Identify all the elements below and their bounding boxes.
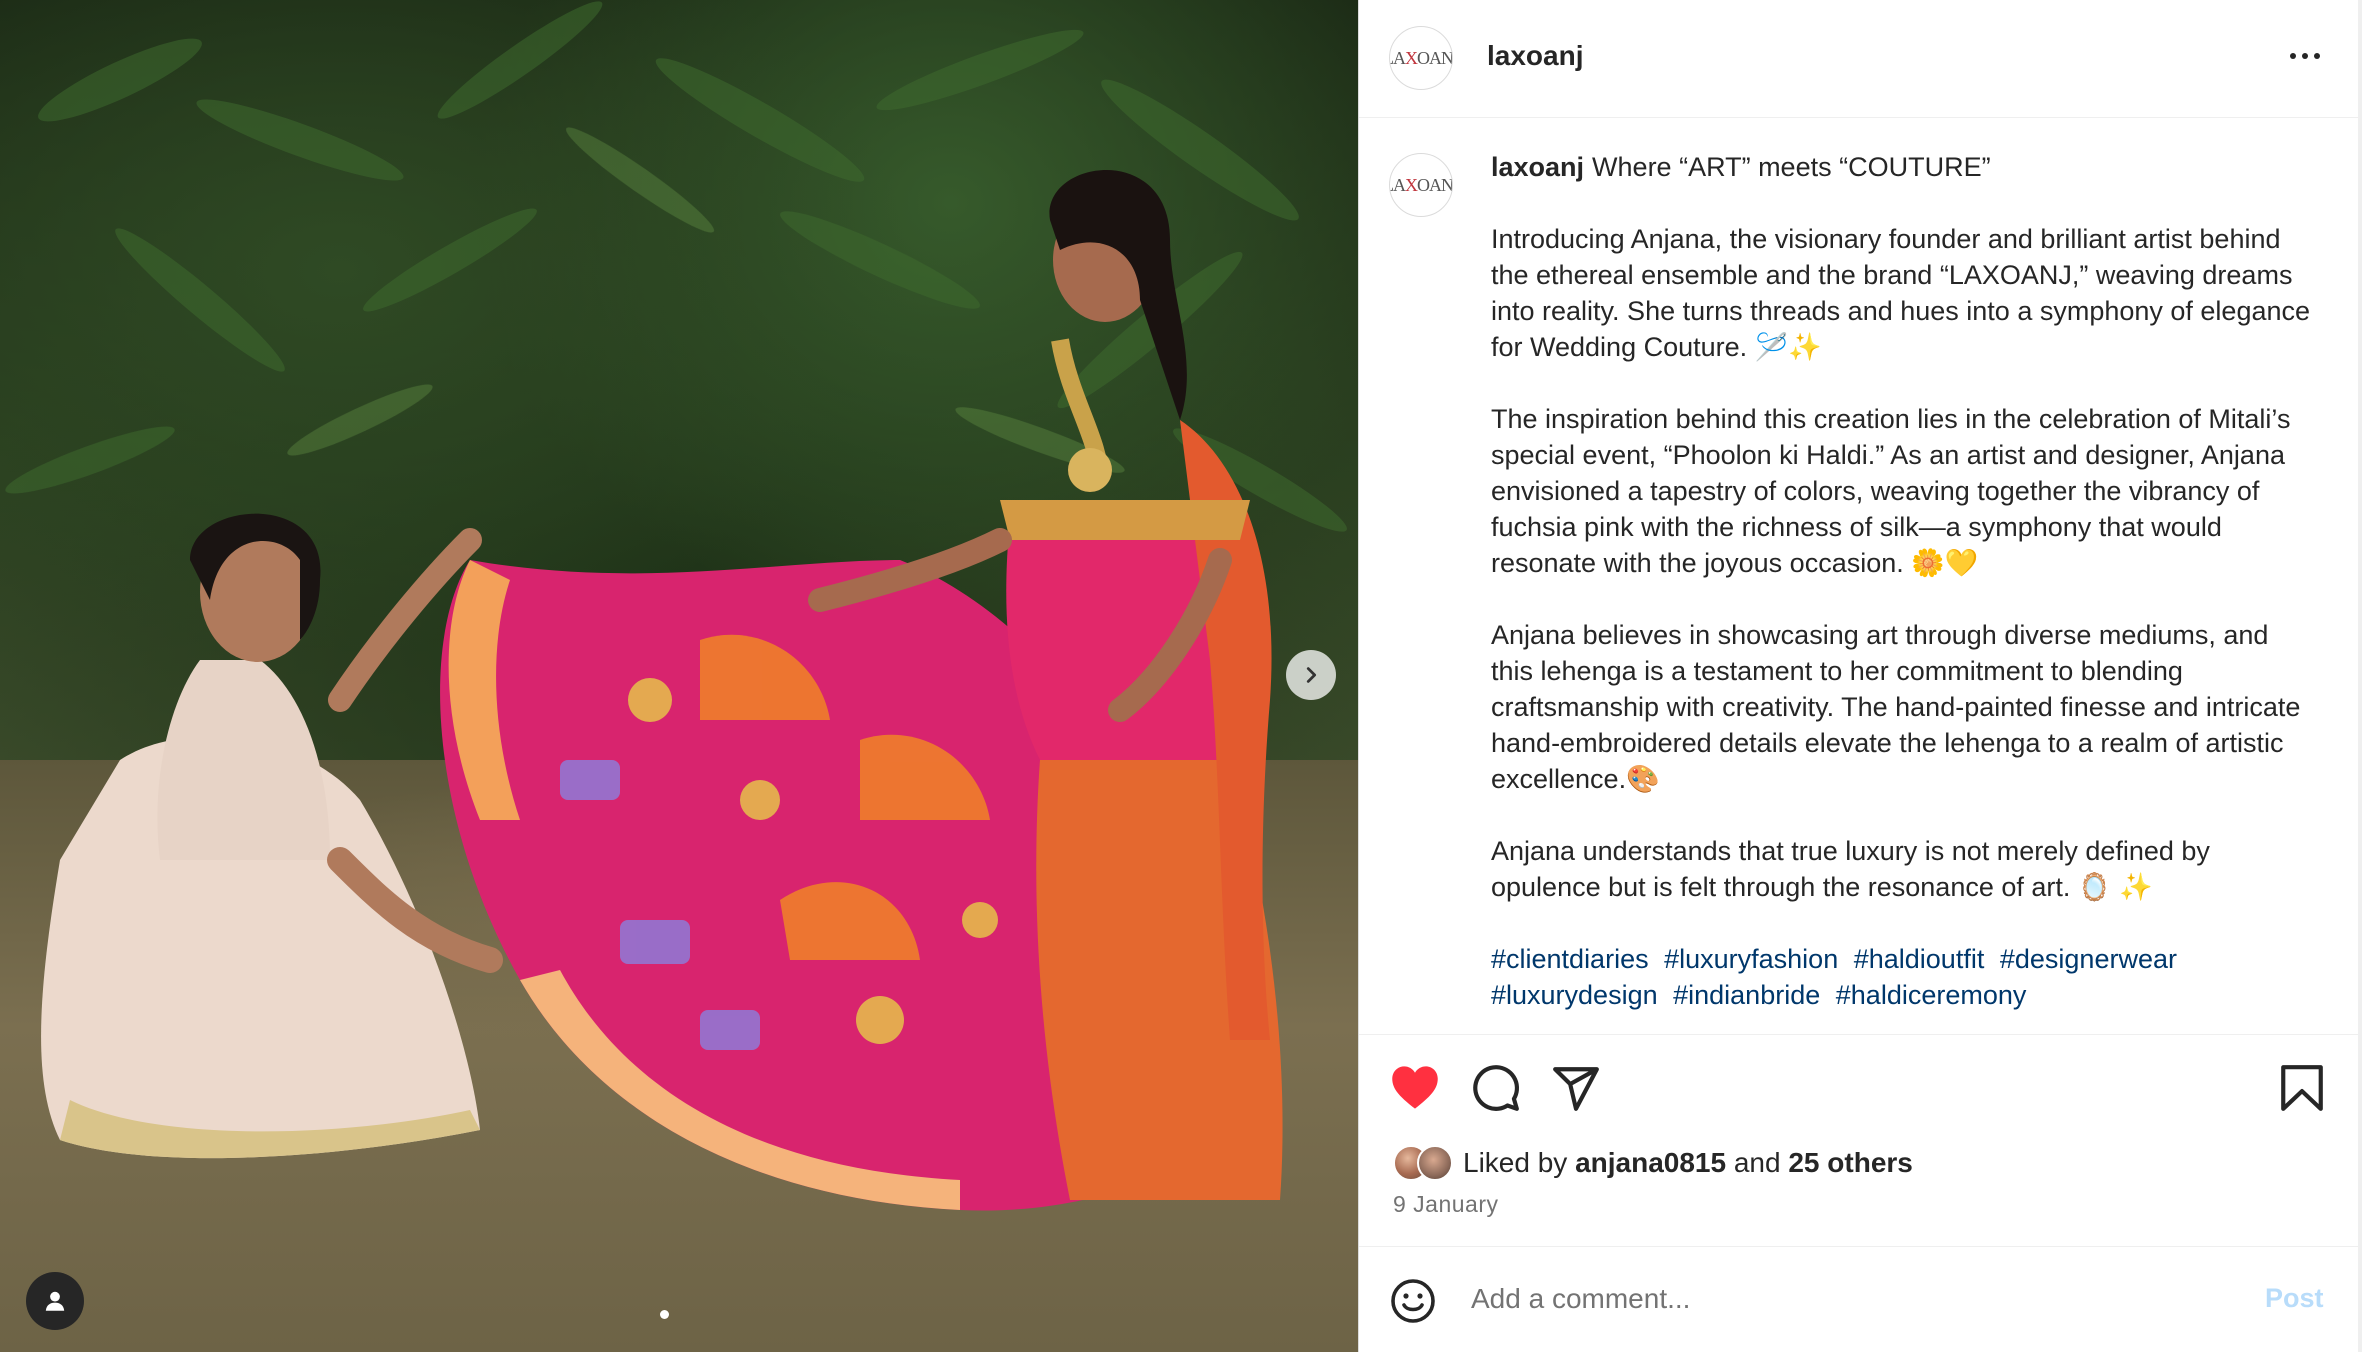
post-date[interactable]: 9 January	[1393, 1191, 1499, 1218]
liked-others-link[interactable]: 25 others	[1788, 1147, 1913, 1178]
hashtag-link[interactable]: #haldiceremony	[1836, 980, 2027, 1010]
hashtag-link[interactable]: #indianbride	[1673, 980, 1820, 1010]
like-button[interactable]	[1389, 1063, 1441, 1116]
post-photo[interactable]	[0, 0, 1358, 1352]
liked-by-label: Liked by	[1463, 1147, 1568, 1178]
liker-avatar[interactable]	[1417, 1145, 1453, 1181]
chevron-right-icon	[1306, 667, 1317, 683]
comment-input[interactable]	[1471, 1275, 2191, 1323]
carousel-next-button[interactable]	[1286, 650, 1336, 700]
caption-section: LAXOANJ laxoanj Where “ART” meets “COUTUR…	[1359, 119, 2359, 1034]
comment-icon	[1473, 1065, 1520, 1111]
post-details-panel: LAXOANJ laxoanj LAXOANJ laxoanj Where “AR…	[1358, 0, 2362, 1352]
liked-and-label: and	[1733, 1147, 1781, 1178]
post-comment-button[interactable]: Post	[2265, 1283, 2324, 1314]
comment-bar: Post	[1359, 1246, 2359, 1352]
smiley-icon	[1391, 1279, 1435, 1323]
author-avatar[interactable]: LAXOANJ	[1389, 26, 1453, 90]
caption-text: laxoanj Where “ART” meets “COUTURE” Intro…	[1491, 149, 2311, 1034]
carousel-dot-active	[660, 1310, 669, 1319]
tagged-users-button[interactable]	[26, 1272, 84, 1330]
emoji-picker-button[interactable]	[1389, 1277, 1437, 1330]
hashtag-link[interactable]: #luxurydesign	[1491, 980, 1658, 1010]
more-options-button[interactable]	[2281, 38, 2329, 74]
brand-logo: LAXOANJ	[1390, 47, 1453, 68]
caption-paragraph-4: Anjana understands that true luxury is n…	[1491, 836, 2210, 902]
likes-summary: Liked by anjana0815 and 25 others	[1393, 1145, 1913, 1181]
send-icon	[1553, 1067, 1599, 1111]
caption-paragraph-1: Introducing Anjana, the visionary founde…	[1491, 224, 2311, 362]
carousel-dots	[660, 1310, 669, 1319]
post-header: LAXOANJ laxoanj	[1359, 0, 2359, 118]
heart-filled-icon	[1392, 1066, 1438, 1109]
kneeling-woman	[41, 513, 503, 1159]
caption-headline: Where “ART” meets “COUTURE”	[1592, 152, 1991, 182]
caption-username[interactable]: laxoanj	[1491, 152, 1584, 182]
save-button[interactable]	[2279, 1063, 2325, 1118]
post-actions: Liked by anjana0815 and 25 others 9 Janu…	[1359, 1034, 2359, 1217]
user-tag-icon	[45, 1291, 65, 1311]
hashtag-link[interactable]: #designerwear	[2000, 944, 2177, 974]
people-illustration	[41, 170, 1283, 1211]
hashtag-link[interactable]: #haldioutfit	[1854, 944, 1985, 974]
hashtag-link[interactable]: #luxuryfashion	[1664, 944, 1838, 974]
likes-text: Liked by anjana0815 and 25 others	[1463, 1147, 1913, 1179]
brand-logo: LAXOANJ	[1390, 174, 1453, 195]
share-button[interactable]	[1551, 1063, 1601, 1118]
bookmark-icon	[2281, 1065, 2323, 1111]
caption-avatar[interactable]: LAXOANJ	[1389, 153, 1453, 217]
comment-button[interactable]	[1471, 1063, 1521, 1118]
author-username[interactable]: laxoanj	[1487, 40, 1583, 72]
hashtag-link[interactable]: #clientdiaries	[1491, 944, 1649, 974]
caption-paragraph-2: The inspiration behind this creation lie…	[1491, 404, 2291, 578]
liker-username[interactable]: anjana0815	[1575, 1147, 1726, 1178]
caption-paragraph-3: Anjana believes in showcasing art throug…	[1491, 620, 2301, 794]
hashtag-list: #clientdiaries #luxuryfashion #haldioutf…	[1491, 941, 2311, 1013]
